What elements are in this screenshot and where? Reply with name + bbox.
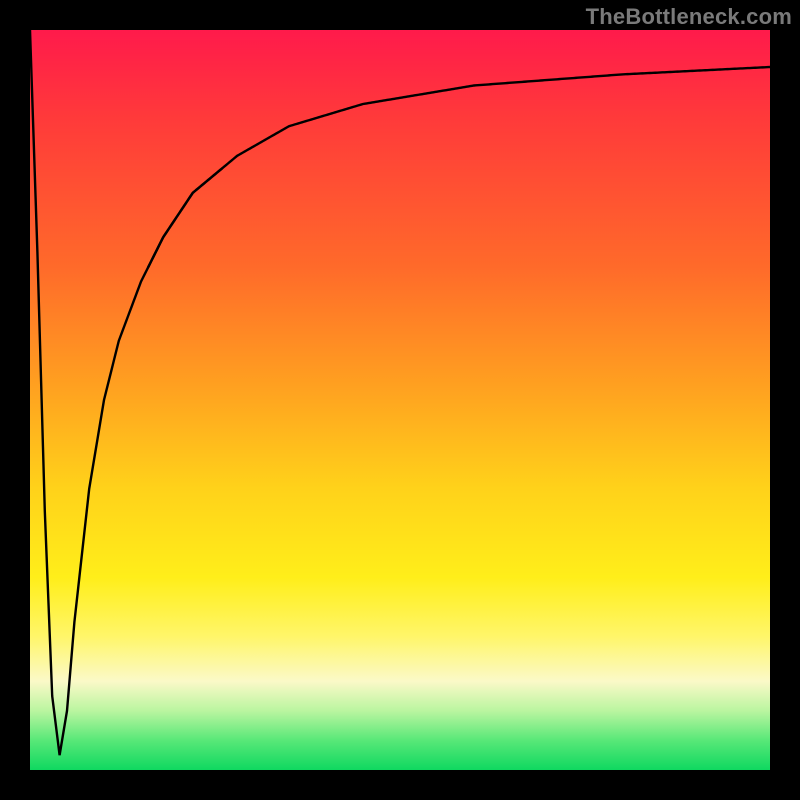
bottleneck-curve <box>30 30 770 755</box>
chart-frame: TheBottleneck.com <box>0 0 800 800</box>
curve-svg <box>30 30 770 770</box>
curve-highlight <box>148 168 222 267</box>
plot-area <box>30 30 770 770</box>
attribution-label: TheBottleneck.com <box>586 4 792 30</box>
